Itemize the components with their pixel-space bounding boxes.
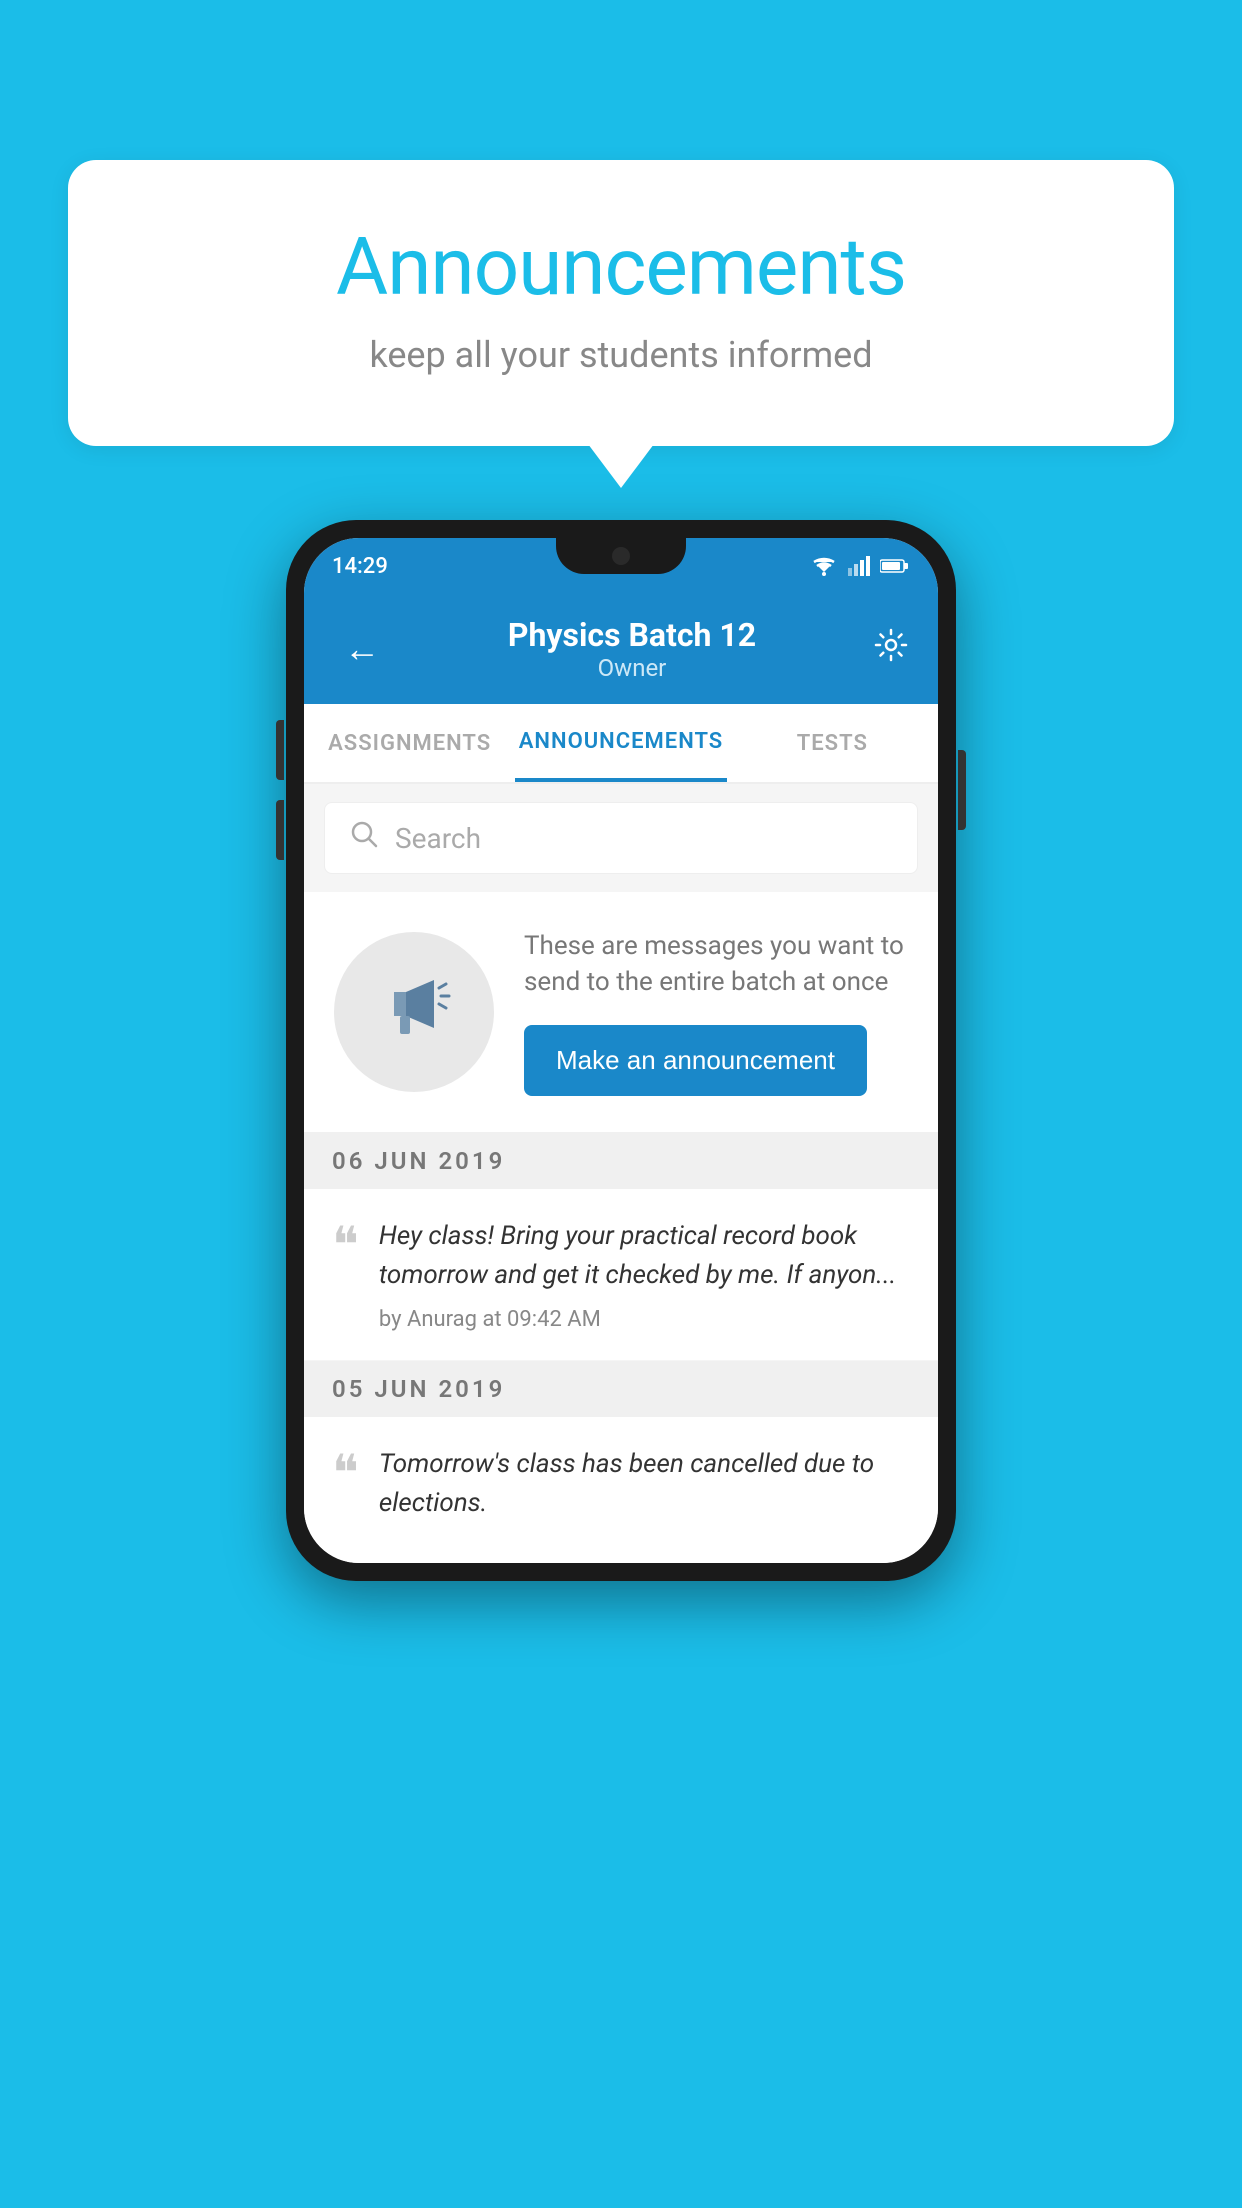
date-separator-2: 05 JUN 2019 — [304, 1361, 938, 1417]
bubble-subtitle: keep all your students informed — [148, 334, 1094, 376]
promo-card: These are messages you want to send to t… — [304, 892, 938, 1133]
search-icon — [349, 819, 379, 857]
status-time: 14:29 — [332, 554, 388, 579]
announcement-text-2: Tomorrow's class has been cancelled due … — [379, 1445, 910, 1523]
quote-icon-1: ❝ — [332, 1221, 359, 1271]
app-bar-title: Physics Batch 12 — [390, 616, 874, 654]
tab-assignments[interactable]: ASSIGNMENTS — [304, 704, 515, 782]
announcement-content-2: Tomorrow's class has been cancelled due … — [379, 1445, 910, 1535]
wifi-icon — [810, 556, 838, 576]
tab-announcements[interactable]: ANNOUNCEMENTS — [515, 704, 726, 782]
speech-bubble: Announcements keep all your students inf… — [68, 160, 1174, 446]
back-button[interactable]: ← — [334, 618, 390, 680]
app-bar-title-container: Physics Batch 12 Owner — [390, 616, 874, 682]
announcement-text-1: Hey class! Bring your practical record b… — [379, 1217, 910, 1295]
power-button[interactable] — [958, 750, 966, 830]
search-container: Search — [304, 784, 938, 892]
front-camera — [612, 547, 630, 565]
quote-icon-2: ❝ — [332, 1449, 359, 1499]
tab-tests[interactable]: TESTS — [727, 704, 938, 782]
bubble-title: Announcements — [148, 220, 1094, 314]
announcement-item-2[interactable]: ❝ Tomorrow's class has been cancelled du… — [304, 1417, 938, 1563]
notch — [556, 538, 686, 574]
announcement-content-1: Hey class! Bring your practical record b… — [379, 1217, 910, 1332]
app-bar-subtitle: Owner — [390, 654, 874, 682]
status-bar: 14:29 — [304, 538, 938, 594]
status-icons — [810, 556, 910, 576]
tab-bar: ASSIGNMENTS ANNOUNCEMENTS TESTS — [304, 704, 938, 784]
announcement-item-1[interactable]: ❝ Hey class! Bring your practical record… — [304, 1189, 938, 1361]
search-placeholder: Search — [395, 822, 481, 855]
phone-outer: 14:29 — [286, 520, 956, 1581]
signal-icon — [848, 556, 870, 576]
date-separator-1: 06 JUN 2019 — [304, 1133, 938, 1189]
search-bar[interactable]: Search — [324, 802, 918, 874]
vol-up-button[interactable] — [276, 720, 284, 780]
megaphone-icon — [374, 964, 454, 1060]
settings-button[interactable] — [874, 628, 908, 671]
phone-screen: 14:29 — [304, 538, 938, 1563]
make-announcement-button[interactable]: Make an announcement — [524, 1025, 867, 1096]
promo-description: These are messages you want to send to t… — [524, 928, 908, 1001]
announcement-meta-1: by Anurag at 09:42 AM — [379, 1307, 910, 1332]
vol-down-button[interactable] — [276, 800, 284, 860]
promo-content: These are messages you want to send to t… — [524, 928, 908, 1096]
battery-icon — [880, 558, 910, 574]
speech-bubble-container: Announcements keep all your students inf… — [68, 160, 1174, 446]
promo-icon-circle — [334, 932, 494, 1092]
app-bar: ← Physics Batch 12 Owner — [304, 594, 938, 704]
phone-mockup: 14:29 — [286, 520, 956, 1581]
